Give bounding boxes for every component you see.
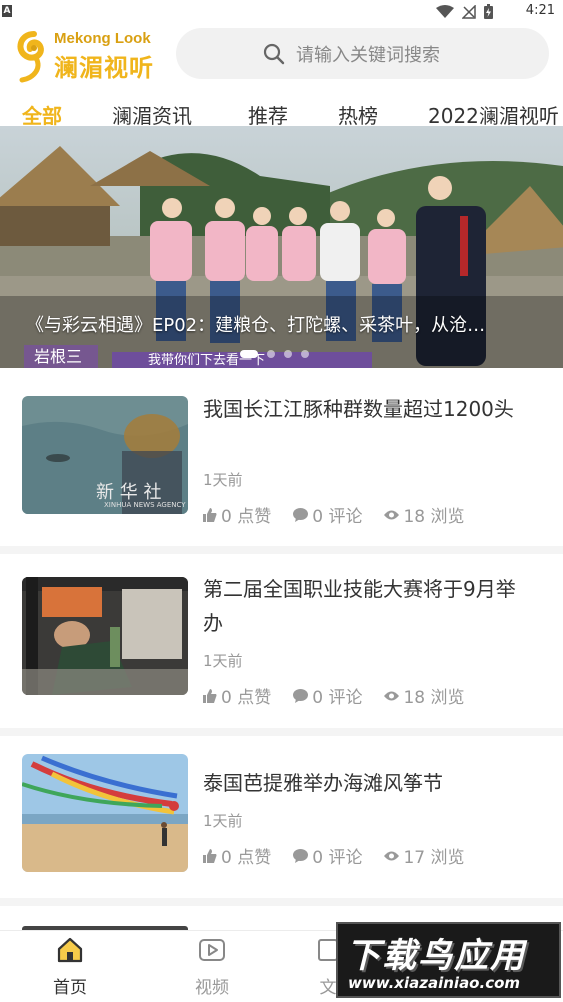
news-time: 1天前	[203, 652, 243, 670]
banner-subtitle-left: 岩根三	[24, 345, 98, 368]
like-stat[interactable]: 0 点赞	[203, 502, 271, 527]
view-count: 18 浏览	[403, 688, 465, 708]
tab-2022-lanmei[interactable]: 2022澜湄视听	[428, 100, 559, 129]
app-logo: Mekong Look 澜湄视听	[12, 28, 170, 84]
banner-caption: 《与彩云相遇》EP02：建粮仓、打陀螺、采茶叶，从沧…	[26, 315, 486, 336]
thumbs-up-icon	[203, 688, 217, 703]
category-tabs: 全部 澜湄资讯 推荐 热榜 2022澜湄视听	[0, 96, 563, 130]
search-icon	[263, 43, 285, 65]
comment-icon	[293, 688, 309, 703]
like-stat[interactable]: 0 点赞	[203, 843, 271, 868]
nav-video-label: 视频	[195, 978, 229, 998]
app-header: Mekong Look 澜湄视听 请输入关键词搜索	[0, 24, 563, 88]
pagination-dot[interactable]	[301, 350, 309, 358]
pagination-dot[interactable]	[284, 350, 292, 358]
news-title[interactable]: 我国长江江豚种群数量超过1200头	[203, 392, 533, 426]
comment-count: 0 评论	[312, 848, 363, 868]
status-time: 4:21	[525, 3, 555, 18]
thumbnail-kite-beach-image	[22, 754, 188, 872]
sim-indicator: A	[2, 5, 12, 17]
view-count: 17 浏览	[403, 848, 465, 868]
comment-icon	[293, 848, 309, 863]
logo-emblem-icon	[17, 31, 44, 83]
video-icon	[199, 939, 225, 961]
logo-english: Mekong Look	[54, 30, 151, 47]
like-stat[interactable]: 0 点赞	[203, 683, 271, 708]
comment-stat[interactable]: 0 评论	[293, 683, 362, 708]
news-stats: 0 点赞 0 评论 18 浏览	[203, 502, 487, 527]
tab-recommend[interactable]: 推荐	[248, 100, 288, 129]
search-placeholder: 请输入关键词搜索	[296, 45, 440, 66]
view-count: 18 浏览	[403, 507, 465, 527]
nav-home[interactable]: 首页	[30, 937, 110, 998]
like-count: 0 点赞	[221, 507, 272, 527]
news-time: 1天前	[203, 812, 243, 830]
search-bar[interactable]: 请输入关键词搜索	[176, 28, 549, 79]
status-bar: A 4:21	[0, 0, 563, 24]
nav-home-label: 首页	[53, 978, 87, 998]
logo-chinese: 澜湄视听	[54, 54, 154, 82]
site-watermark: 下载鸟应用 www.xiazainiao.com	[336, 922, 561, 998]
comment-stat[interactable]: 0 评论	[293, 843, 362, 868]
wifi-icon	[436, 4, 454, 18]
news-item[interactable]: 泰国芭提雅举办海滩风筝节 1天前 0 点赞 0 评论 17 浏览	[0, 732, 563, 902]
comment-count: 0 评论	[312, 507, 363, 527]
thumbs-up-icon	[203, 507, 217, 522]
comment-stat[interactable]: 0 评论	[293, 502, 362, 527]
tab-lanmei-news[interactable]: 澜湄资讯	[112, 100, 192, 129]
thumbs-up-icon	[203, 848, 217, 863]
no-signal-icon	[462, 4, 476, 19]
news-time: 1天前	[203, 471, 243, 489]
news-item[interactable]: 第二届全国职业技能大赛将于9月举办 1天前 0 点赞 0 评论 18 浏览	[0, 550, 563, 730]
like-count: 0 点赞	[221, 848, 272, 868]
pagination-dot[interactable]	[267, 350, 275, 358]
battery-icon	[484, 4, 493, 19]
eye-icon	[384, 691, 400, 700]
nav-video[interactable]: 视频	[172, 937, 252, 998]
comment-icon	[293, 507, 309, 522]
thumbnail-watermark-sub: XINHUA NEWS AGENCY	[104, 501, 186, 509]
status-icons	[436, 4, 493, 19]
news-item[interactable]: 新 华 社 XINHUA NEWS AGENCY 我国长江江豚种群数量超过120…	[0, 368, 563, 548]
view-stat: 18 浏览	[384, 683, 465, 708]
eye-icon	[384, 510, 400, 519]
tab-all[interactable]: 全部	[22, 100, 62, 129]
watermark-url: www.xiazainiao.com	[348, 974, 521, 992]
pagination-dot[interactable]	[240, 350, 258, 358]
list-divider	[0, 898, 563, 906]
eye-icon	[384, 851, 400, 860]
thumbnail-workshop-image	[22, 577, 188, 695]
view-stat: 18 浏览	[384, 502, 465, 527]
news-title[interactable]: 泰国芭提雅举办海滩风筝节	[203, 766, 533, 800]
view-stat: 17 浏览	[384, 843, 465, 868]
news-stats: 0 点赞 0 评论 18 浏览	[203, 683, 487, 708]
news-stats: 0 点赞 0 评论 17 浏览	[203, 843, 487, 868]
banner-pagination	[240, 350, 309, 358]
news-title[interactable]: 第二届全国职业技能大赛将于9月举办	[203, 572, 533, 640]
home-icon	[57, 937, 83, 963]
comment-count: 0 评论	[312, 688, 363, 708]
news-thumbnail	[22, 754, 188, 872]
like-count: 0 点赞	[221, 688, 272, 708]
watermark-title: 下载鸟应用	[346, 936, 526, 976]
tab-hot-list[interactable]: 热榜	[338, 100, 378, 129]
news-thumbnail	[22, 577, 188, 695]
hero-banner[interactable]: 《与彩云相遇》EP02：建粮仓、打陀螺、采茶叶，从沧… 岩根三 我带你们下去看一…	[0, 126, 563, 368]
